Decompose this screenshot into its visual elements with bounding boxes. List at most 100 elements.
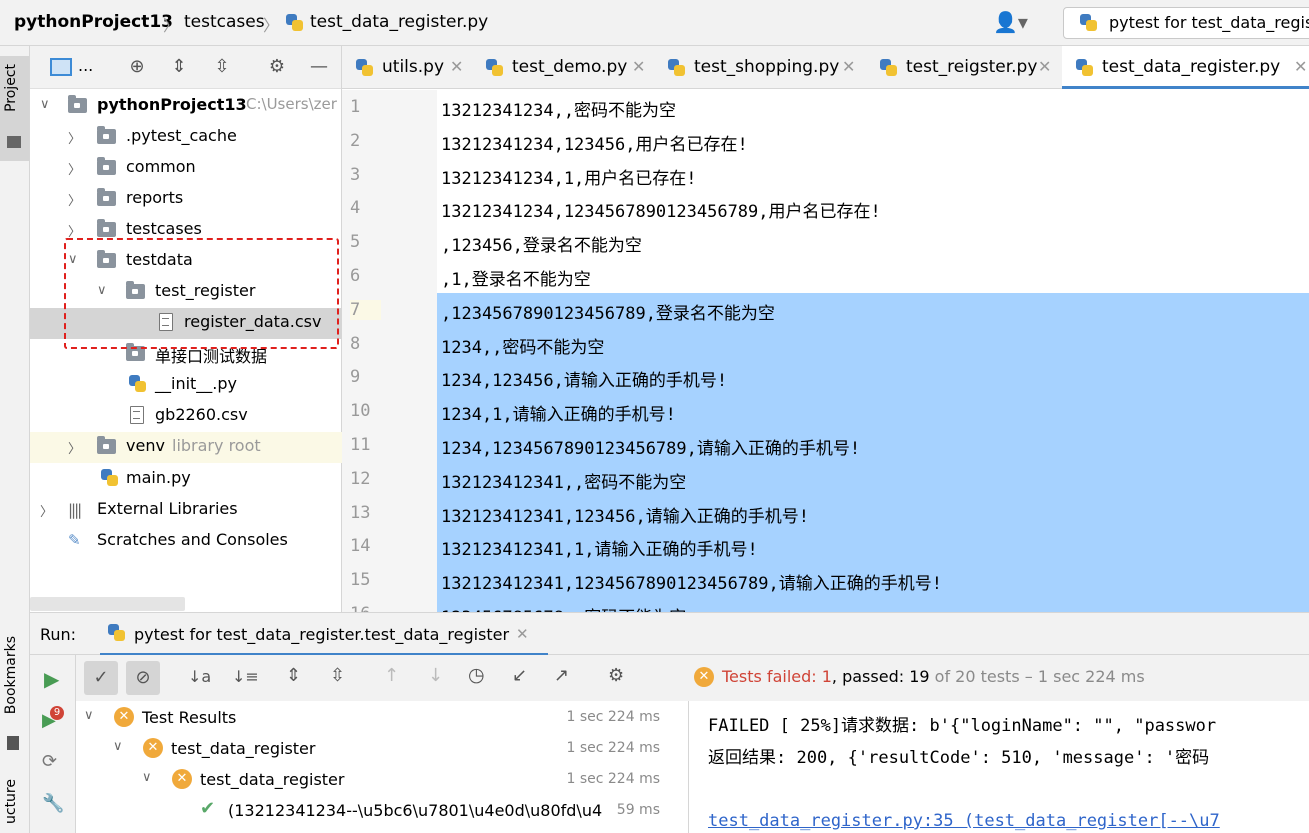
import-tests-icon[interactable]: ↙ (512, 665, 527, 686)
breadcrumb-separator: 〉 (263, 16, 280, 35)
run-configuration-select[interactable]: pytest for test_data_register.test_data_… (1063, 7, 1309, 39)
breadcrumb-project[interactable]: pythonProject13 (14, 12, 173, 32)
folder-icon (97, 436, 116, 454)
tree-item-reports[interactable]: 〉 reports (30, 184, 342, 215)
sort-alpha-icon[interactable]: ↓a (188, 667, 211, 686)
project-view-label[interactable]: ... (78, 56, 93, 75)
tree-item-label: common (126, 157, 196, 176)
tab-label: utils.py (382, 57, 444, 77)
test-tree-root[interactable]: ∨ ✕ Test Results 1 sec 224 ms (76, 702, 688, 733)
show-ignored-icon[interactable]: ⊘ (126, 661, 160, 695)
tab-label: test_data_register.py (1102, 57, 1281, 77)
line-number: 1 (350, 97, 361, 117)
tree-item-label: External Libraries (97, 499, 238, 518)
tree-item-venv[interactable]: 〉 venv library root (30, 432, 342, 463)
rerun-failed-icon[interactable]: ▶ 9 (42, 706, 64, 731)
close-icon[interactable]: ✕ (632, 57, 645, 76)
line-number: 12 (350, 468, 371, 489)
python-file-icon (668, 59, 686, 77)
breadcrumb-separator: 〉 (163, 16, 180, 35)
project-toolbar: ... ⊕ ⇕ ⇳ ⚙ — (30, 46, 341, 89)
chevron-right-icon[interactable]: 〉 (68, 159, 81, 178)
tree-item-scratches[interactable]: ✎ Scratches and Consoles (30, 526, 342, 557)
project-tool-tab[interactable]: Project (0, 56, 29, 161)
rerun-icon[interactable]: ▶ (44, 667, 59, 691)
project-view-icon[interactable] (50, 58, 72, 76)
folder-icon (97, 157, 116, 175)
close-icon[interactable]: ✕ (842, 57, 855, 76)
gear-icon[interactable]: ⚙ (266, 56, 288, 78)
tab-test-shopping[interactable]: test_shopping.py ✕ (654, 46, 866, 89)
chevron-down-icon[interactable]: ∨ (84, 708, 94, 723)
tree-item-project-root[interactable]: ∨ pythonProject13 C:\Users\zer (30, 91, 342, 122)
tree-item-gb2260-csv[interactable]: gb2260.csv (30, 401, 342, 432)
horizontal-scrollbar[interactable] (30, 597, 185, 611)
toggle-auto-test-icon[interactable]: ⟳ (42, 751, 57, 772)
close-icon[interactable]: ✕ (1294, 57, 1307, 76)
structure-tab[interactable]: ucture (3, 779, 19, 824)
tree-item-pytest-cache[interactable]: 〉 .pytest_cache (30, 122, 342, 153)
close-icon[interactable]: ✕ (1038, 57, 1051, 76)
passed-count: , passed: 19 (831, 667, 930, 686)
test-duration: 1 sec 224 ms (566, 709, 660, 725)
chevron-right-icon[interactable]: 〉 (68, 438, 81, 457)
tab-test-reigster[interactable]: test_reigster.py ✕ (866, 46, 1062, 89)
code-line: 1234,1234567890123456789,请输入正确的手机号! (437, 428, 1309, 462)
collapse-all-icon[interactable]: ⇳ (211, 56, 233, 78)
test-node-label: (13212341234--\u5bc6\u7801\u4e0d\u80fd\u… (228, 801, 603, 820)
wrench-icon[interactable]: 🔧 (42, 793, 64, 814)
run-panel-header: Run: pytest for test_data_register.test_… (30, 612, 1309, 656)
test-tree-module[interactable]: ∨ ✕ test_data_register 1 sec 224 ms (76, 733, 688, 764)
chevron-right-icon[interactable]: 〉 (68, 128, 81, 147)
hide-icon[interactable]: — (308, 56, 330, 78)
folder-icon (68, 95, 87, 113)
line-number: 13 (350, 502, 371, 523)
code-line: 13212341234,1,用户名已存在! (441, 168, 697, 189)
tab-test-demo[interactable]: test_demo.py ✕ (472, 46, 654, 89)
python-file-icon (101, 469, 119, 487)
show-passed-icon[interactable]: ✓ (84, 661, 118, 695)
chevron-down-icon[interactable]: ∨ (142, 770, 152, 785)
export-tests-icon[interactable]: ↗ (554, 665, 569, 686)
console-output[interactable]: FAILED [ 25%]请求数据: b'{"loginName": "", "… (688, 701, 1309, 833)
user-icon[interactable]: 👤▾ (993, 10, 1028, 34)
bookmarks-tab[interactable]: Bookmarks (3, 636, 19, 714)
expand-all-icon[interactable]: ⇕ (168, 56, 190, 78)
code-line: 132123412341,,密码不能为空 (437, 461, 1309, 496)
previous-failed-icon[interactable]: ↑ (384, 665, 399, 686)
run-label: Run: (40, 625, 77, 644)
console-line: FAILED [ 25%]请求数据: b'{"loginName": "", "… (708, 716, 1217, 736)
tab-test-data-register[interactable]: test_data_register.py ✕ (1062, 46, 1309, 89)
breadcrumb-folder[interactable]: testcases (184, 12, 265, 32)
close-icon[interactable]: ✕ (516, 625, 529, 643)
chevron-down-icon[interactable]: ∨ (113, 739, 123, 754)
console-link[interactable]: test_data_register.py:35 (test_data_regi… (708, 811, 1220, 831)
test-tree-function[interactable]: ∨ ✕ test_data_register 1 sec 224 ms (76, 764, 688, 795)
test-status-bar: ✕ Tests failed: 1, passed: 19 of 20 test… (688, 655, 1309, 701)
tree-item-label: pythonProject13 (97, 95, 247, 114)
tree-item-init-py[interactable]: __init__.py (30, 370, 342, 401)
chevron-right-icon[interactable]: 〉 (40, 501, 53, 520)
close-icon[interactable]: ✕ (450, 57, 463, 76)
python-file-icon (1076, 59, 1094, 77)
next-failed-icon[interactable]: ↓ (428, 665, 443, 686)
line-number: 9 (350, 367, 361, 388)
tree-item-external-libraries[interactable]: 〉 |||| External Libraries (30, 495, 342, 526)
library-root-label: library root (172, 436, 261, 455)
test-node-label: test_data_register (171, 739, 316, 758)
tree-item-main-py[interactable]: main.py (30, 464, 342, 495)
test-tree-case[interactable]: ✔ (13212341234--\u5bc6\u7801\u4e0d\u80fd… (76, 795, 688, 826)
sort-duration-icon[interactable]: ↓≡ (232, 667, 259, 686)
chevron-down-icon[interactable]: ∨ (40, 97, 50, 112)
gear-icon[interactable]: ⚙ (608, 665, 624, 686)
breadcrumb-file[interactable]: test_data_register.py (310, 12, 488, 32)
expand-all-icon[interactable]: ⇕ (286, 665, 301, 686)
locate-icon[interactable]: ⊕ (126, 56, 148, 78)
collapse-all-icon[interactable]: ⇳ (330, 665, 345, 686)
tab-utils[interactable]: utils.py ✕ (342, 46, 472, 89)
history-icon[interactable]: ◷ (468, 664, 485, 686)
run-tab[interactable]: pytest for test_data_register.test_data_… (100, 613, 548, 656)
tree-item-label: testcases (126, 219, 202, 238)
tree-item-common[interactable]: 〉 common (30, 153, 342, 184)
chevron-right-icon[interactable]: 〉 (68, 190, 81, 209)
